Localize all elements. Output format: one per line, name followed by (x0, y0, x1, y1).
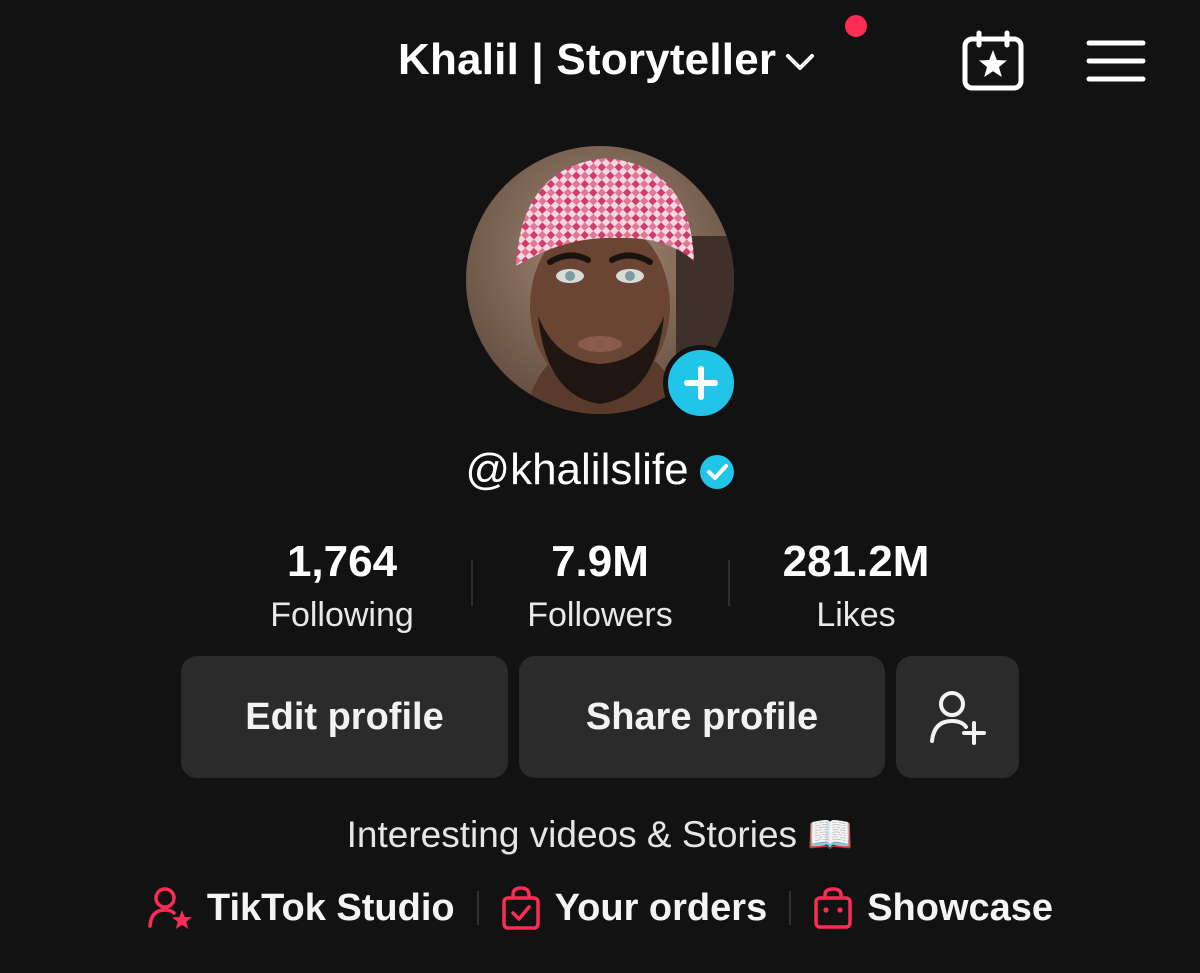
share-profile-button[interactable]: Share profile (519, 656, 885, 778)
add-story-button[interactable] (663, 345, 739, 421)
shopping-bag-check-icon (501, 886, 540, 930)
hamburger-menu-icon[interactable] (1086, 38, 1146, 84)
your-orders-label: Your orders (554, 886, 768, 929)
stat-label: Followers (527, 596, 673, 634)
stat-followers[interactable]: 7.9M Followers (480, 534, 720, 638)
stat-value: 1,764 (286, 537, 398, 586)
person-star-icon (148, 887, 192, 929)
profile-name-switcher[interactable]: Khalil | Storyteller (398, 28, 818, 92)
tiktok-studio-link[interactable]: TikTok Studio (147, 886, 455, 930)
stat-following[interactable]: 1,764 Following (222, 534, 462, 638)
link-divider (476, 891, 479, 925)
stat-value: 281.2M (782, 537, 930, 586)
profile-links: TikTok Studio Your orders Showcase (0, 878, 1200, 938)
profile-bio: Interesting videos & Stories 📖 (346, 814, 854, 855)
your-orders-link[interactable]: Your orders (501, 885, 768, 931)
stat-divider (471, 560, 473, 606)
stat-value: 7.9M (551, 537, 649, 586)
stat-label: Following (270, 596, 414, 634)
calendar-star-icon[interactable] (960, 30, 1026, 92)
add-friend-button[interactable] (896, 656, 1019, 778)
shopping-bag-icon (814, 887, 852, 929)
stat-likes[interactable]: 281.2M Likes (736, 534, 976, 638)
stat-divider (728, 560, 730, 606)
stat-label: Likes (816, 596, 896, 634)
add-person-icon (929, 691, 986, 745)
edit-profile-button[interactable]: Edit profile (181, 656, 508, 778)
link-divider (789, 891, 792, 925)
edit-profile-label: Edit profile (245, 695, 444, 738)
share-profile-label: Share profile (585, 695, 819, 738)
tiktok-studio-label: TikTok Studio (206, 886, 455, 929)
display-name: Khalil | Storyteller (398, 35, 777, 84)
username: @khalilslife (465, 445, 689, 494)
verified-check-icon (699, 455, 734, 489)
notification-dot (845, 15, 867, 37)
profile-stats: 1,764 Following 7.9M Followers 281.2M Li… (0, 534, 1200, 644)
showcase-link[interactable]: Showcase (813, 886, 1053, 930)
username-row: @khalilslife (0, 440, 1200, 500)
showcase-label: Showcase (867, 886, 1054, 929)
chevron-down-icon (786, 54, 815, 70)
plus-icon (684, 366, 718, 400)
